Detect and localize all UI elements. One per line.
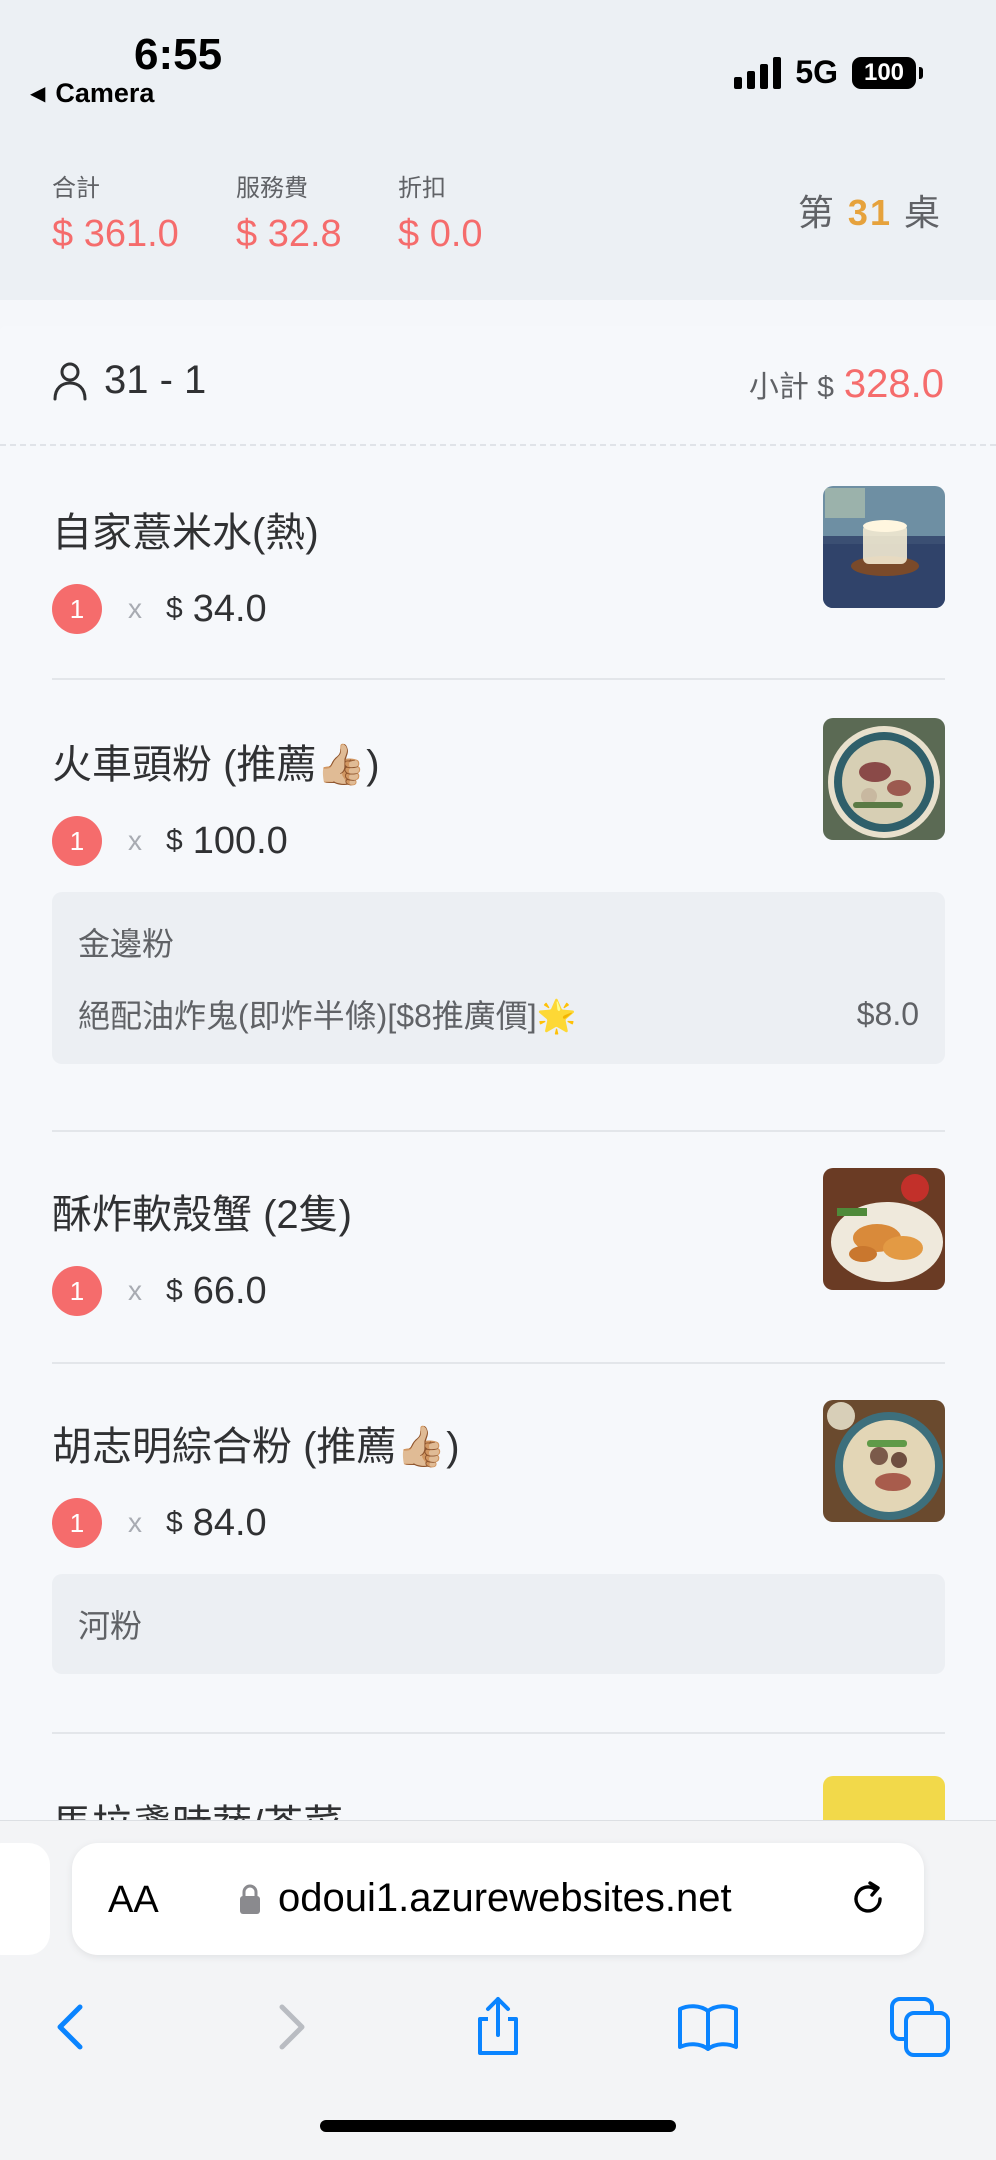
option-text: 金邊粉	[78, 926, 175, 962]
share-icon[interactable]	[466, 1995, 530, 2059]
bookmarks-icon[interactable]	[676, 1995, 740, 2059]
guest-info: 31 - 1	[52, 358, 206, 403]
guest-label: 31 - 1	[104, 358, 207, 402]
qty-badge: 1	[52, 1498, 102, 1548]
item-price: 66.0	[192, 1269, 267, 1312]
item-qty-row: 1 x $ 84.0	[52, 1498, 945, 1548]
order-item[interactable]: 火車頭粉 (推薦👍🏼) 1 x $ 100.0 金邊粉 絕配油炸鬼(即炸半條)[…	[52, 718, 945, 1064]
item-price: 84.0	[192, 1501, 267, 1544]
total-label: 合計	[52, 175, 100, 202]
signal-icon	[734, 56, 782, 89]
service-fee-block: 服務費 $ 32.8	[236, 168, 342, 256]
service-fee-value: $ 32.8	[236, 213, 342, 255]
option-line: 絕配油炸鬼(即炸半條)[$8推廣價]🌟 $8.0	[78, 992, 919, 1036]
address-bar[interactable]: AA odoui1.azurewebsites.net	[72, 1843, 924, 1955]
order-item[interactable]: 胡志明綜合粉 (推薦👍🏼) 1 x $ 84.0 河粉	[52, 1400, 945, 1674]
browser-toolbar	[0, 1985, 996, 2095]
tabs-icon[interactable]	[888, 1995, 952, 2059]
times-sign: x	[128, 593, 142, 624]
forward-icon[interactable]	[256, 1995, 320, 2059]
item-name: 火車頭粉 (推薦👍🏼)	[52, 743, 380, 787]
times-sign: x	[128, 1507, 142, 1538]
total-block: 合計 $ 361.0	[52, 168, 179, 256]
reload-icon[interactable]	[846, 1877, 890, 1921]
discount-label: 折扣	[398, 175, 446, 202]
fried-crab-photo	[823, 1168, 945, 1290]
order-item[interactable]: 酥炸軟殼蟹 (2隻) 1 x $ 66.0	[52, 1168, 945, 1316]
back-label: Camera	[55, 78, 155, 108]
option-price: $8.0	[856, 995, 919, 1032]
previous-tab-peek[interactable]	[0, 1843, 50, 1955]
currency-sign: $	[166, 824, 183, 857]
qty-badge: 1	[52, 1266, 102, 1316]
order-card: 31 - 1 小計 $ 328.0 自家薏米水(熱) 1 x $ 34.0 火車頭…	[0, 326, 996, 1898]
discount-value: $ 0.0	[398, 213, 483, 255]
mixed-noodle-photo	[823, 1400, 945, 1522]
item-qty-row: 1 x $ 34.0	[52, 584, 945, 634]
barley-water-photo	[823, 486, 945, 608]
service-fee-label: 服務費	[236, 175, 308, 202]
item-name: 胡志明綜合粉 (推薦👍🏼)	[52, 1425, 460, 1469]
item-options: 河粉	[52, 1574, 945, 1674]
total-value: $ 361.0	[52, 213, 179, 255]
item-price: 100.0	[192, 819, 288, 862]
table-number: 第 31 桌	[798, 184, 942, 236]
battery-level: 100	[863, 58, 905, 86]
option-text: 河粉	[78, 1608, 143, 1644]
order-summary: 合計 $ 361.0 服務費 $ 32.8 折扣 $ 0.0 第 31 桌	[0, 140, 996, 300]
qty-badge: 1	[52, 816, 102, 866]
lock-icon	[240, 1884, 260, 1914]
subtotal-value: 328.0	[843, 362, 944, 406]
order-card-header: 31 - 1 小計 $ 328.0	[0, 326, 996, 446]
item-qty-row: 1 x $ 100.0	[52, 816, 945, 866]
home-indicator	[320, 2120, 676, 2132]
option-line: 金邊粉	[78, 920, 919, 964]
subtotal: 小計 $ 328.0	[749, 362, 944, 407]
item-name: 自家薏米水(熱)	[52, 511, 319, 555]
currency-sign: $	[166, 1506, 183, 1539]
order-item[interactable]: 自家薏米水(熱) 1 x $ 34.0	[52, 486, 945, 634]
subtotal-label: 小計 $	[748, 371, 834, 404]
item-name: 酥炸軟殼蟹 (2隻)	[52, 1193, 352, 1237]
item-divider	[52, 678, 945, 680]
table-number-value: 31	[847, 192, 892, 233]
currency-sign: $	[166, 1274, 183, 1307]
item-divider	[52, 1130, 945, 1132]
beef-noodle-photo	[823, 718, 945, 840]
back-icon[interactable]	[42, 1995, 106, 2059]
person-icon	[53, 362, 87, 400]
item-options: 金邊粉 絕配油炸鬼(即炸半條)[$8推廣價]🌟 $8.0	[52, 892, 945, 1064]
text-size-button[interactable]: AA	[108, 1879, 159, 1922]
status-bar: 6:55 ◀ Camera 5G 100	[0, 0, 996, 140]
item-divider	[52, 1362, 945, 1364]
status-indicators: 5G 100	[734, 54, 923, 91]
url-text[interactable]: odoui1.azurewebsites.net	[278, 1876, 732, 1921]
discount-block: 折扣 $ 0.0	[398, 168, 483, 256]
table-suffix: 桌	[903, 192, 942, 233]
back-triangle-icon: ◀	[30, 83, 46, 105]
option-text: 絕配油炸鬼(即炸半條)[$8推廣價]🌟	[78, 998, 577, 1034]
item-qty-row: 1 x $ 66.0	[52, 1266, 945, 1316]
battery-icon: 100	[852, 56, 923, 89]
option-line: 河粉	[78, 1602, 919, 1646]
back-to-camera-button[interactable]: ◀ Camera	[30, 78, 154, 109]
browser-bottom-bar: AA odoui1.azurewebsites.net	[0, 1820, 996, 2160]
currency-sign: $	[166, 592, 183, 625]
status-time: 6:55	[134, 30, 223, 79]
item-divider	[52, 1732, 945, 1734]
network-type: 5G	[795, 54, 838, 90]
table-prefix: 第	[797, 192, 836, 233]
qty-badge: 1	[52, 584, 102, 634]
item-price: 34.0	[192, 587, 267, 630]
times-sign: x	[128, 1275, 142, 1306]
times-sign: x	[128, 825, 142, 856]
